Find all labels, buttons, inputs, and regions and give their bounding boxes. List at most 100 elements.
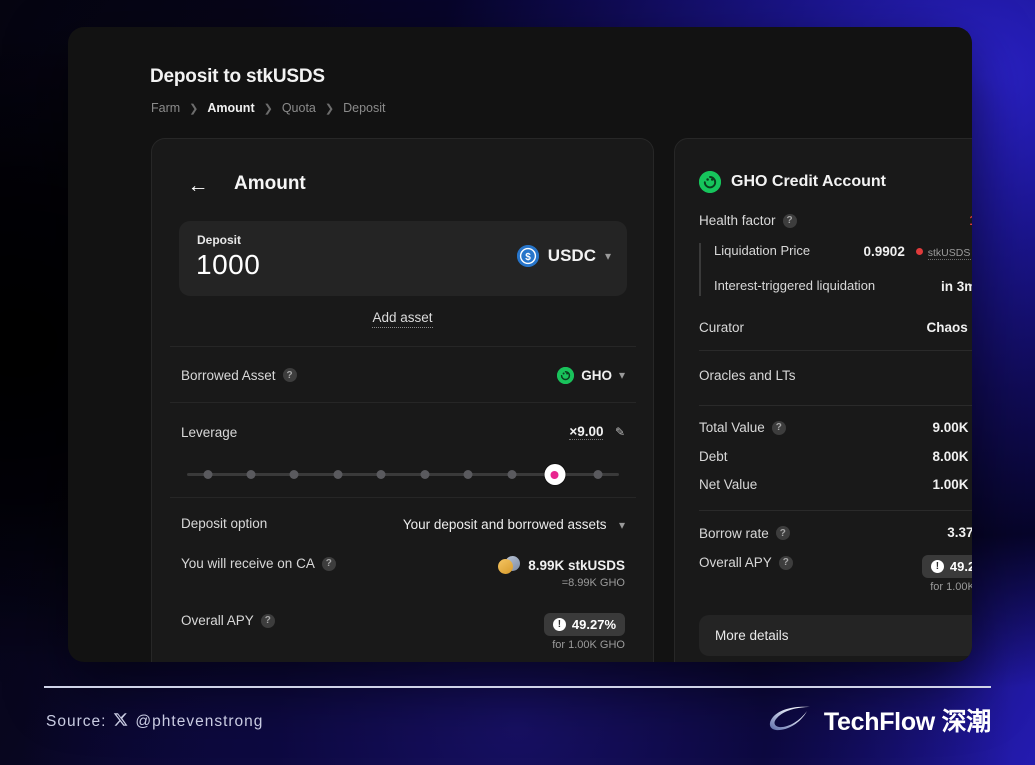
deposit-option-label: Deposit option <box>181 516 268 531</box>
total-value-label-wrap: Total Value ? <box>699 420 786 435</box>
amount-heading: Amount <box>234 173 306 194</box>
overall-apy-value: 49.27% <box>949 559 972 574</box>
overall-apy-sub: for 1.00K GHO <box>930 581 972 593</box>
footer-divider <box>44 686 991 688</box>
deposit-token-selector[interactable]: $ USDC ▾ <box>516 245 611 267</box>
help-icon[interactable]: ? <box>771 420 786 435</box>
slider-tick[interactable] <box>203 470 213 479</box>
more-details-label: More details <box>715 628 789 643</box>
svg-text:$: $ <box>525 252 531 263</box>
health-factor-subgroup: Liquidation Price 0.9902 stkUSDS / GHO I… <box>699 243 972 296</box>
overall-apy-badge[interactable]: ! 49.27% <box>543 613 625 636</box>
slider-tick[interactable] <box>593 470 603 479</box>
borrow-rate-value: 3.37% <box>947 525 972 540</box>
borrowed-asset-section: Borrowed Asset ? GHO ▾ <box>170 346 636 402</box>
interest-liquidation-value: in 3mo <box>941 279 972 294</box>
total-value-row: Total Value ? 9.00K GHO <box>699 420 972 435</box>
borrow-rate-row[interactable]: Borrow rate ? 3.37% ▾ <box>699 524 972 542</box>
overall-apy-label: Overall APY <box>699 555 772 570</box>
oracles-label: Oracles and LTs <box>699 368 796 383</box>
slider-tick[interactable] <box>463 470 473 479</box>
gho-credit-account-card: GHO Credit Account Health factor ? 1.010… <box>674 138 972 662</box>
help-icon[interactable]: ? <box>775 526 790 540</box>
divider <box>699 510 972 511</box>
divider <box>699 350 972 351</box>
right-health-factor-row: Health factor ? 1.010 <box>699 213 972 228</box>
overall-apy-label: Overall APY <box>181 613 254 628</box>
chevron-down-icon: ▾ <box>618 518 625 532</box>
pencil-icon[interactable]: ✎ <box>615 425 625 439</box>
slider-tick[interactable] <box>289 470 299 479</box>
chevron-down-icon: ▾ <box>618 368 625 382</box>
brand-name: TechFlow 深潮 <box>823 708 991 736</box>
breadcrumb-item-farm[interactable]: Farm <box>151 101 180 115</box>
receive-value: 8.99K stkUSDS <box>528 557 625 573</box>
gho-account-title: GHO Credit Account <box>731 173 886 190</box>
slider-handle-core <box>550 470 559 479</box>
curator-row: Curator Chaos Labs <box>699 320 972 335</box>
breadcrumb-item-amount[interactable]: Amount <box>207 101 254 115</box>
debt-amount: 8.00K GHO <box>932 449 972 464</box>
overall-apy-badge[interactable]: ! 49.27% <box>921 555 972 578</box>
help-icon[interactable]: ? <box>778 555 793 570</box>
source-prefix: Source: <box>46 713 107 730</box>
help-icon[interactable]: ? <box>321 556 336 571</box>
page-title: Deposit to stkUSDS <box>150 66 325 87</box>
slider-handle[interactable] <box>544 464 566 485</box>
status-dot-red <box>916 248 924 256</box>
slider-tick[interactable] <box>333 470 343 479</box>
chevron-right-icon: ❯ <box>189 102 199 115</box>
breadcrumb: Farm ❯ Amount ❯ Quota ❯ Deposit <box>151 101 386 115</box>
borrowed-asset-label-wrap: Borrowed Asset ? <box>181 368 297 383</box>
slider-tick[interactable] <box>420 470 430 479</box>
techflow-leaf-icon <box>767 703 811 738</box>
deposit-option-selector[interactable]: Your deposit and borrowed assets ▾ <box>403 516 625 534</box>
arrow-left-icon: ← <box>187 174 209 197</box>
amount-card: ← Amount Deposit 1000 $ USDC ▾ Add asset <box>151 138 654 662</box>
divider <box>699 405 972 406</box>
leverage-value[interactable]: ×9.00 <box>569 424 604 440</box>
slider-tick[interactable] <box>376 470 386 479</box>
liquidation-price-value: 0.9902 <box>863 244 905 259</box>
more-details-button[interactable]: More details ▾ <box>699 615 972 656</box>
chevron-right-icon: ❯ <box>263 102 273 115</box>
deposit-details-section: Deposit option Your deposit and borrowed… <box>170 497 636 662</box>
help-icon[interactable]: ? <box>260 613 275 628</box>
borrowed-asset-selector[interactable]: GHO ▾ <box>557 366 625 384</box>
overall-apy-label-wrap: Overall APY ? <box>699 555 793 570</box>
liquidation-price-sub[interactable]: stkUSDS / GHO <box>927 247 972 260</box>
health-factor-label-wrap: Health factor ? <box>699 213 797 228</box>
deposit-input-box[interactable]: Deposit 1000 $ USDC ▾ <box>179 221 627 296</box>
net-value-label: Net Value <box>699 477 758 492</box>
back-button[interactable]: ← <box>185 173 211 199</box>
deposit-label: Deposit <box>197 233 242 247</box>
health-factor-label: Health factor <box>699 213 776 228</box>
borrowed-asset-token: GHO <box>581 367 612 383</box>
net-value-amount: 1.00K GHO <box>932 477 972 492</box>
coin-pair-icon <box>498 556 521 574</box>
breadcrumb-item-quota[interactable]: Quota <box>282 101 316 115</box>
slider-tick[interactable] <box>246 470 256 479</box>
deposit-token-name: USDC <box>547 246 596 265</box>
leverage-value-wrap: ×9.00 ✎ <box>569 423 625 441</box>
oracles-row[interactable]: Oracles and LTs ❯ <box>699 363 972 388</box>
breadcrumb-item-deposit[interactable]: Deposit <box>343 101 385 115</box>
receive-label-wrap: You will receive on CA ? <box>181 556 336 571</box>
deposit-modal: Deposit to stkUSDS Farm ❯ Amount ❯ Quota… <box>68 27 972 662</box>
curator-value: Chaos Labs <box>926 320 972 335</box>
net-value-row: Net Value 1.00K GHO <box>699 477 972 492</box>
deposit-amount-input[interactable]: 1000 <box>196 249 260 281</box>
help-icon[interactable]: ? <box>282 368 297 382</box>
info-icon: ! <box>930 560 944 573</box>
add-asset-button[interactable]: Add asset <box>372 310 433 328</box>
help-icon[interactable]: ? <box>782 213 797 228</box>
brand-logo: TechFlow 深潮 <box>767 702 991 738</box>
info-icon: ! <box>552 618 566 631</box>
leverage-slider[interactable] <box>181 464 625 485</box>
slider-tick[interactable] <box>507 470 517 479</box>
leverage-label: Leverage <box>181 424 238 440</box>
health-factor-value: 1.010 <box>969 213 972 228</box>
debt-row: Debt 8.00K GHO <box>699 449 972 464</box>
curator-label: Curator <box>699 320 745 335</box>
gho-account-header: GHO Credit Account <box>699 171 886 193</box>
